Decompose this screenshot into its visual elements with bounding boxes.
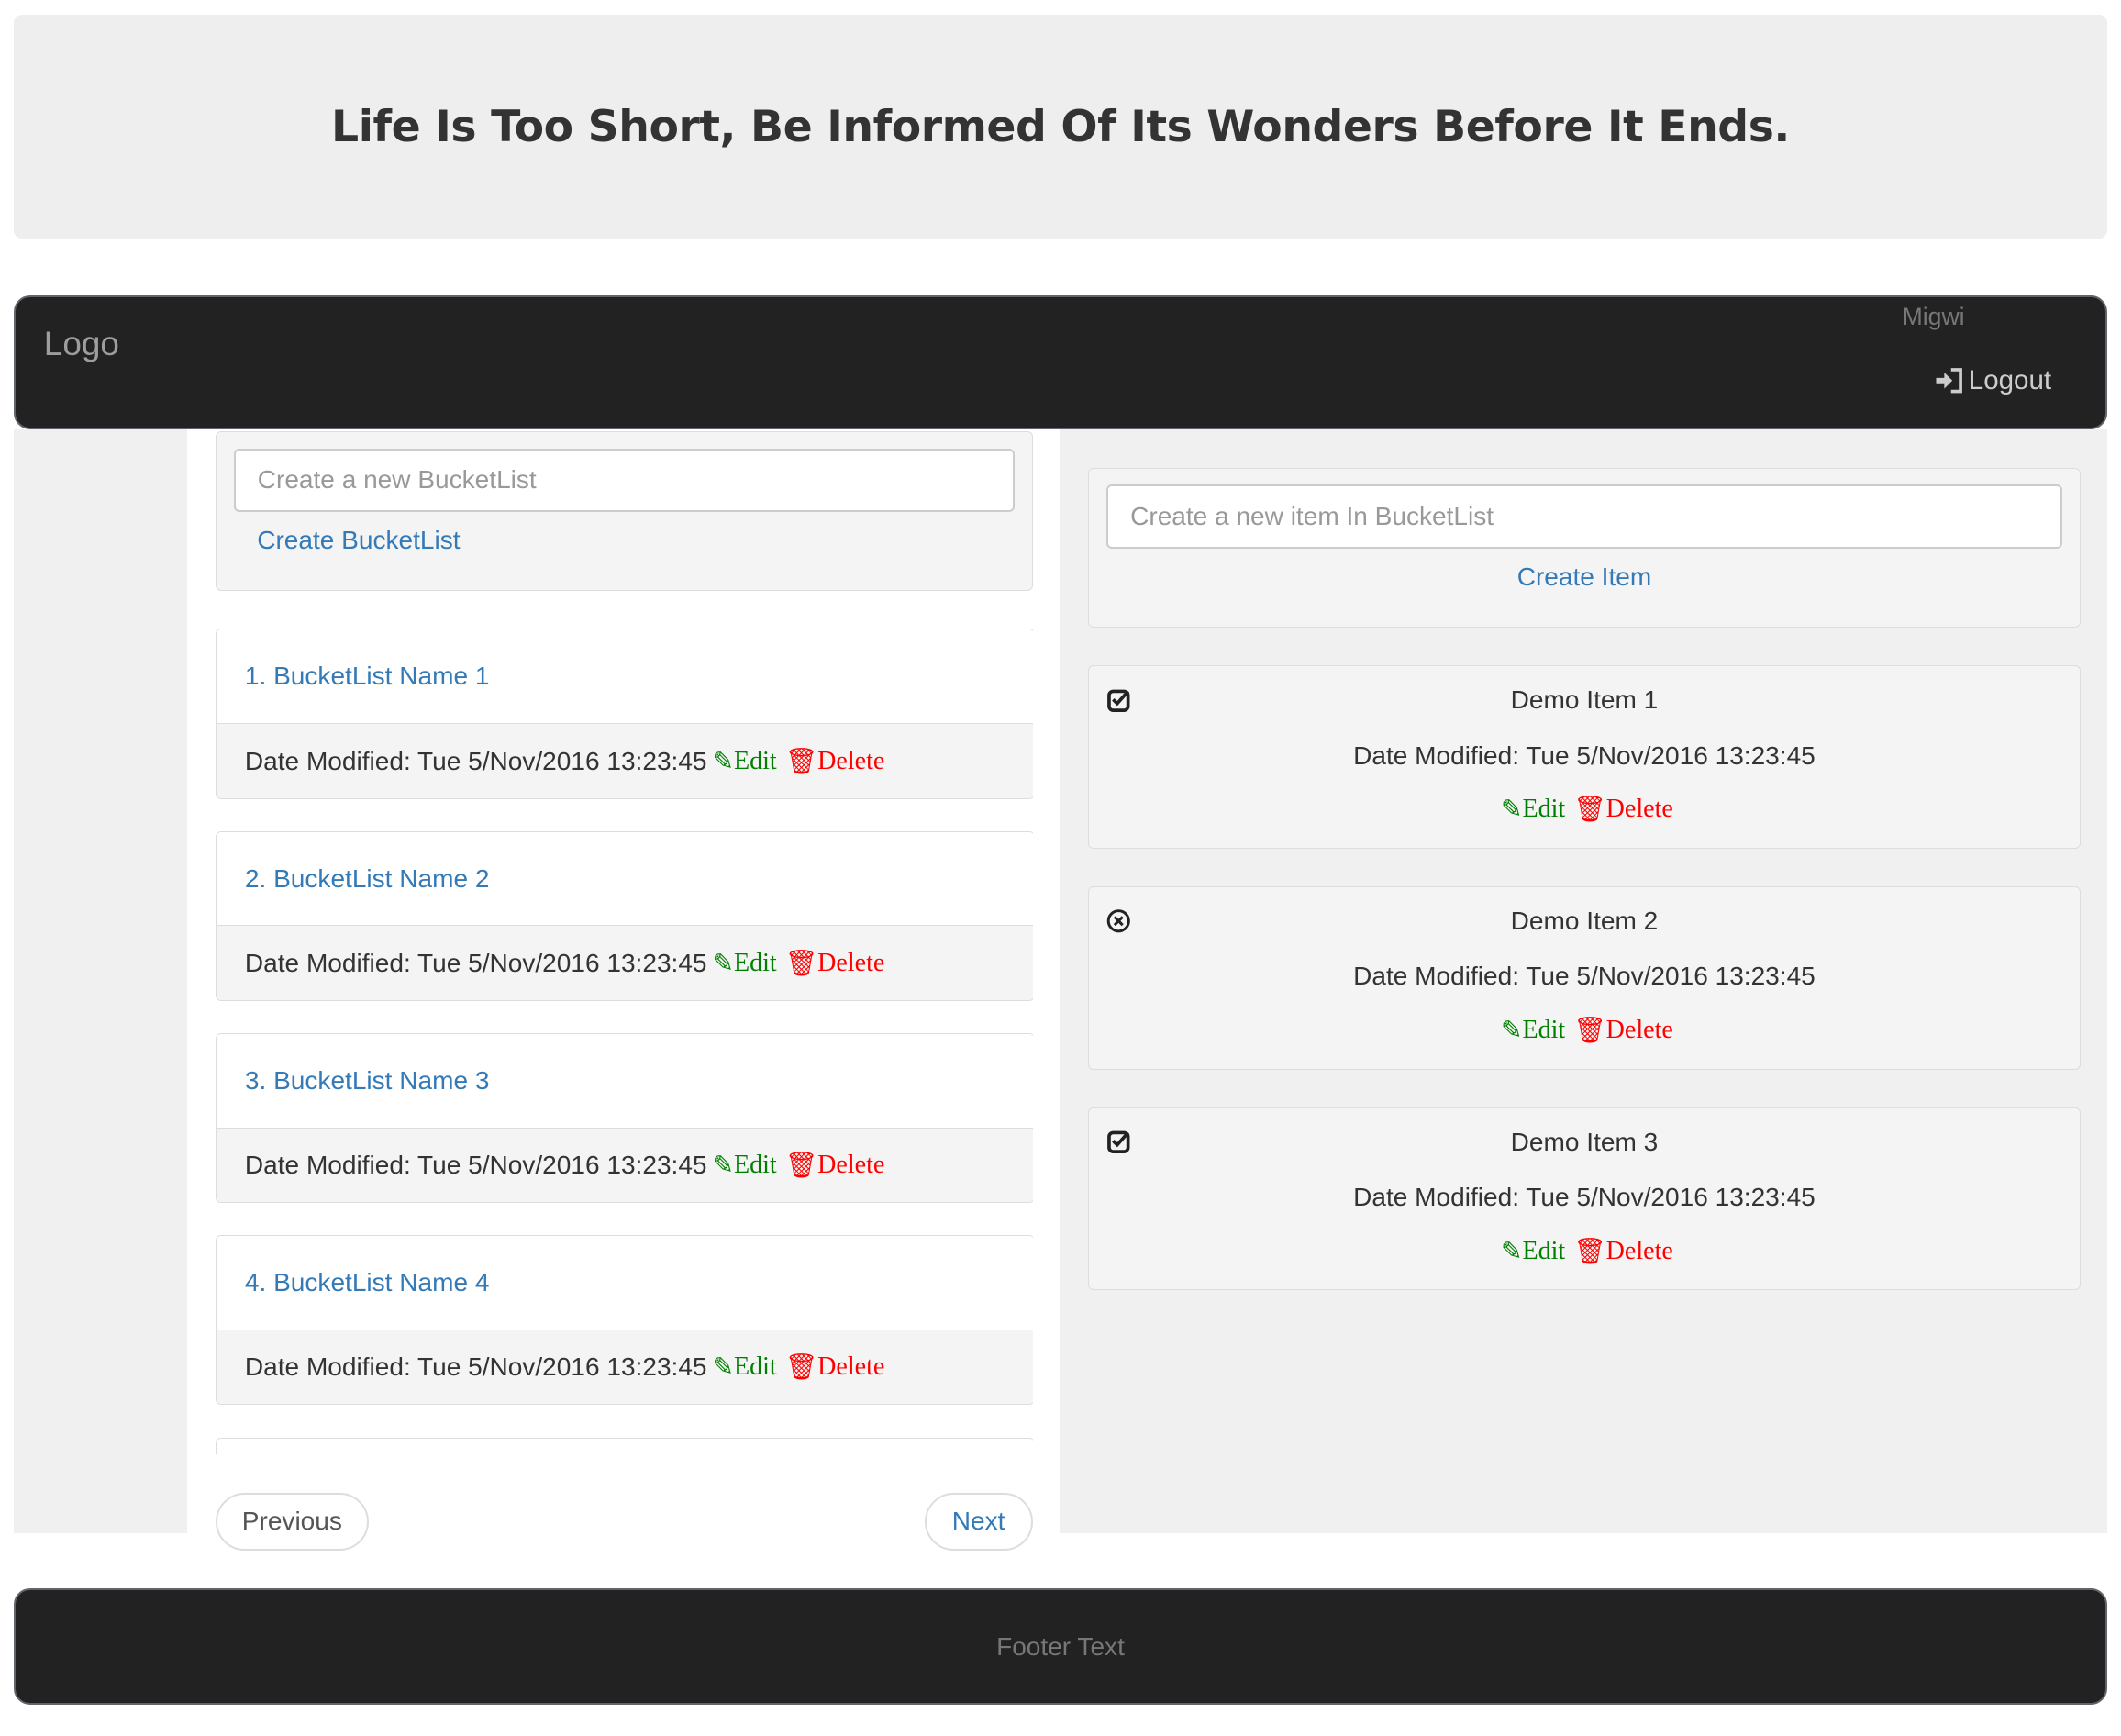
delete-button[interactable]: 🗑 Delete [785, 948, 885, 979]
edit-button[interactable]: ✎ Edit [712, 1150, 776, 1181]
item-name-input[interactable]: Create a new item In BucketList [1106, 484, 2062, 549]
edit-button[interactable]: ✎ Edit [1501, 794, 1565, 825]
edit-button[interactable]: ✎ Edit [712, 948, 776, 979]
bucketlist-list[interactable]: 1. BucketList Name 1 Date Modified: Tue … [215, 629, 1033, 1455]
edit-icon: ✎ [1500, 1237, 1523, 1266]
delete-label: Delete [817, 1352, 885, 1382]
banner-title: Life Is Too Short, Be Informed Of Its Wo… [331, 101, 1790, 152]
item-card: Demo Item 2 Date Modified: Tue 5/Nov/201… [1088, 886, 2081, 1070]
date-modified: Date Modified: Tue 5/Nov/2016 13:23:45 [1353, 962, 1816, 991]
navbar: Logo Migwi Logout [13, 295, 2108, 430]
trash-icon: 🗑 [784, 950, 818, 979]
trash-icon: 🗑 [1573, 1237, 1606, 1266]
date-modified: Date Modified: Tue 5/Nov/2016 13:23:45 [244, 1352, 707, 1382]
create-item-panel: Create a new item In BucketList Create I… [1088, 467, 2081, 628]
item-card: Demo Item 3 Date Modified: Tue 5/Nov/201… [1088, 1107, 2081, 1291]
create-bucketlist-button[interactable]: Create BucketList [257, 526, 460, 555]
edit-icon: ✎ [712, 1152, 734, 1181]
create-item-button[interactable]: Create Item [1089, 562, 2079, 592]
trash-icon: 🗑 [784, 748, 818, 776]
edit-label: Edit [1522, 1016, 1566, 1044]
item-name: Demo Item 2 [1510, 906, 1659, 935]
edit-icon: ✎ [1500, 1017, 1523, 1045]
bucketlist-card: 4. BucketList Name 4 Date Modified: Tue … [215, 1234, 1033, 1405]
trash-icon: 🗑 [784, 1353, 818, 1383]
edit-icon: ✎ [712, 748, 734, 776]
left-gutter [13, 429, 187, 1533]
edit-button[interactable]: ✎ Edit [712, 1352, 776, 1383]
delete-button[interactable]: 🗑 Delete [785, 746, 885, 777]
delete-button[interactable]: 🗑 Delete [785, 1352, 885, 1383]
bucketlist-card-partial [215, 1438, 1033, 1455]
edit-label: Edit [733, 949, 777, 978]
date-modified: Date Modified: Tue 5/Nov/2016 13:23:45 [244, 747, 707, 775]
bucketlist-card: 3. BucketList Name 3 Date Modified: Tue … [215, 1032, 1033, 1203]
delete-label: Delete [817, 1151, 885, 1180]
logo[interactable]: Logo [44, 325, 119, 363]
date-modified: Date Modified: Tue 5/Nov/2016 13:23:45 [1353, 740, 1816, 770]
item-card: Demo Item 1 Date Modified: Tue 5/Nov/201… [1088, 665, 2081, 849]
delete-label: Delete [1605, 795, 1673, 824]
edit-icon: ✎ [712, 950, 734, 979]
next-button[interactable]: Next [924, 1492, 1033, 1552]
bucketlist-card: 2. BucketList Name 2 Date Modified: Tue … [215, 830, 1033, 1001]
bucketlist-name-link[interactable]: 3. BucketList Name 3 [245, 1066, 490, 1096]
bucketlist-name-link[interactable]: 4. BucketList Name 4 [245, 1268, 490, 1297]
bucketlist-name-link[interactable]: 1. BucketList Name 1 [245, 662, 490, 691]
username: Migwi [1902, 302, 1965, 330]
delete-label: Delete [817, 747, 885, 775]
delete-label: Delete [817, 949, 885, 978]
trash-icon: 🗑 [1573, 1017, 1606, 1045]
footer-text: Footer Text [996, 1631, 1125, 1661]
banner: Life Is Too Short, Be Informed Of Its Wo… [13, 15, 2108, 239]
logout-label: Logout [1968, 364, 2052, 395]
edit-label: Edit [733, 1352, 777, 1382]
delete-button[interactable]: 🗑 Delete [785, 1150, 885, 1181]
edit-icon: ✎ [1500, 796, 1523, 825]
item-name: Demo Item 1 [1510, 685, 1659, 715]
date-modified: Date Modified: Tue 5/Nov/2016 13:23:45 [244, 1151, 707, 1180]
delete-button[interactable]: 🗑 Delete [1573, 1015, 1673, 1046]
footer: Footer Text [13, 1588, 2108, 1706]
delete-label: Delete [1605, 1236, 1673, 1265]
edit-label: Edit [1522, 1236, 1566, 1265]
bucketlist-name-input[interactable]: Create a new BucketList [234, 448, 1016, 512]
edit-button[interactable]: ✎ Edit [1501, 1015, 1565, 1046]
delete-label: Delete [1605, 1016, 1673, 1044]
bucketlist-name-link[interactable]: 2. BucketList Name 2 [245, 864, 490, 894]
create-bucketlist-panel: Create a new BucketList Create BucketLis… [215, 430, 1033, 592]
edit-button[interactable]: ✎ Edit [712, 746, 776, 777]
date-modified: Date Modified: Tue 5/Nov/2016 13:23:45 [244, 949, 707, 978]
edit-icon: ✎ [712, 1353, 734, 1383]
trash-icon: 🗑 [784, 1152, 818, 1181]
bucketlist-card: 1. BucketList Name 1 Date Modified: Tue … [215, 629, 1033, 799]
logout-icon [1936, 368, 1962, 394]
edit-label: Edit [733, 1151, 777, 1180]
trash-icon: 🗑 [1573, 796, 1606, 825]
delete-button[interactable]: 🗑 Delete [1573, 1236, 1673, 1267]
previous-button[interactable]: Previous [215, 1492, 369, 1552]
edit-button[interactable]: ✎ Edit [1501, 1236, 1565, 1267]
logout-button[interactable]: Logout [1935, 365, 2051, 396]
delete-button[interactable]: 🗑 Delete [1573, 794, 1673, 825]
edit-label: Edit [1522, 795, 1566, 824]
item-name: Demo Item 3 [1510, 1127, 1659, 1156]
edit-label: Edit [733, 747, 777, 775]
date-modified: Date Modified: Tue 5/Nov/2016 13:23:45 [1353, 1183, 1816, 1212]
